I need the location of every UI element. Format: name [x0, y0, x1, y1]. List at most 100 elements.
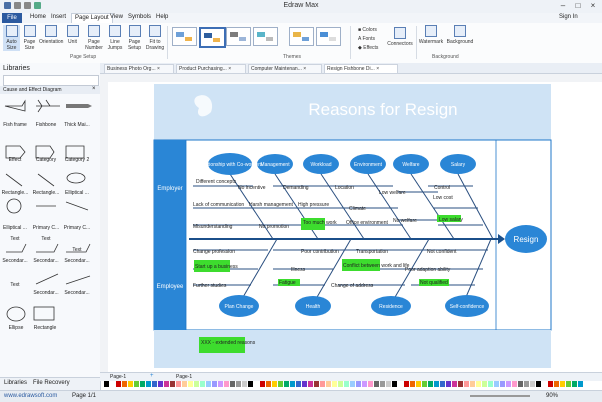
palette-swatch[interactable] — [524, 381, 529, 387]
color-palette[interactable] — [100, 380, 602, 388]
palette-swatch[interactable] — [344, 381, 349, 387]
colors-dropdown[interactable]: ■ Colors — [358, 27, 377, 33]
palette-swatch[interactable] — [278, 381, 283, 387]
palette-swatch[interactable] — [362, 381, 367, 387]
connectors-button[interactable]: Connectors — [386, 25, 414, 47]
palette-swatch[interactable] — [188, 381, 193, 387]
shape-secondary-4[interactable] — [35, 273, 59, 285]
shape-secondary-2[interactable] — [36, 243, 59, 253]
palette-swatch[interactable] — [140, 381, 145, 387]
palette-swatch[interactable] — [200, 381, 205, 387]
menu-help[interactable]: Help — [156, 14, 168, 20]
effects-dropdown[interactable]: ◆ Effects — [358, 45, 378, 51]
palette-swatch[interactable] — [302, 381, 307, 387]
shape-fishbone[interactable] — [36, 99, 60, 113]
menu-view[interactable]: View — [110, 14, 123, 20]
fit-to-drawing-button[interactable]: Fit to Drawing — [145, 25, 165, 51]
palette-swatch[interactable] — [380, 381, 385, 387]
palette-swatch[interactable] — [458, 381, 463, 387]
palette-swatch[interactable] — [296, 381, 301, 387]
palette-swatch[interactable] — [260, 381, 265, 387]
palette-swatch[interactable] — [482, 381, 487, 387]
palette-swatch[interactable] — [356, 381, 361, 387]
palette-swatch[interactable] — [536, 381, 541, 387]
palette-swatch[interactable] — [446, 381, 451, 387]
palette-swatch[interactable] — [170, 381, 175, 387]
shape-primary-c-2[interactable] — [65, 201, 89, 211]
page-number-button[interactable]: Page Number — [84, 25, 104, 51]
palette-swatch[interactable] — [224, 381, 229, 387]
palette-swatch[interactable] — [152, 381, 157, 387]
doc-tab-business-photo[interactable]: Business Photo Org... × — [104, 64, 174, 74]
maximize-icon[interactable]: □ — [571, 1, 585, 11]
palette-swatch[interactable] — [194, 381, 199, 387]
palette-swatch[interactable] — [560, 381, 565, 387]
palette-swatch[interactable] — [332, 381, 337, 387]
tab-libraries[interactable]: Libraries — [4, 380, 27, 386]
palette-swatch[interactable] — [440, 381, 445, 387]
palette-swatch[interactable] — [248, 381, 253, 387]
palette-swatch[interactable] — [176, 381, 181, 387]
palette-swatch[interactable] — [470, 381, 475, 387]
palette-swatch[interactable] — [410, 381, 415, 387]
palette-swatch[interactable] — [464, 381, 469, 387]
palette-swatch[interactable] — [308, 381, 313, 387]
theme-6[interactable] — [316, 27, 341, 46]
tab-file-recovery[interactable]: File Recovery — [33, 380, 70, 386]
palette-swatch[interactable] — [206, 381, 211, 387]
palette-swatch[interactable] — [434, 381, 439, 387]
palette-swatch[interactable] — [134, 381, 139, 387]
palette-swatch[interactable] — [236, 381, 241, 387]
library-category-header[interactable]: Cause and Effect Diagram × — [0, 86, 100, 94]
palette-swatch[interactable] — [386, 381, 391, 387]
sign-in-link[interactable]: Sign In — [559, 14, 578, 20]
add-page-icon[interactable]: + — [150, 373, 154, 379]
palette-swatch[interactable] — [128, 381, 133, 387]
palette-swatch[interactable] — [530, 381, 535, 387]
doc-tab-computer-maintenance[interactable]: Computer Maintenan... × — [248, 64, 322, 74]
palette-swatch[interactable] — [578, 381, 583, 387]
shape-thick-main[interactable] — [66, 104, 92, 108]
palette-swatch[interactable] — [326, 381, 331, 387]
palette-swatch[interactable] — [290, 381, 295, 387]
palette-swatch[interactable] — [476, 381, 481, 387]
palette-swatch[interactable] — [314, 381, 319, 387]
palette-swatch[interactable] — [428, 381, 433, 387]
theme-5[interactable] — [289, 27, 314, 46]
palette-swatch[interactable] — [266, 381, 271, 387]
palette-swatch[interactable] — [542, 381, 547, 387]
palette-swatch[interactable] — [110, 381, 115, 387]
page-setup-button[interactable]: Page Setup — [125, 25, 144, 51]
palette-swatch[interactable] — [320, 381, 325, 387]
palette-swatch[interactable] — [158, 381, 163, 387]
library-search-input[interactable] — [3, 75, 99, 86]
menu-home[interactable]: Home — [30, 14, 46, 20]
palette-swatch[interactable] — [392, 381, 397, 387]
menu-symbols[interactable]: Symbols — [128, 14, 151, 20]
fonts-dropdown[interactable]: A Fonts — [358, 36, 375, 42]
file-menu[interactable]: File — [2, 13, 22, 23]
close-icon[interactable]: × — [586, 1, 600, 11]
line-jumps-button[interactable]: Line Jumps — [105, 25, 125, 51]
palette-swatch[interactable] — [506, 381, 511, 387]
website-link[interactable]: www.edrawsoft.com — [4, 393, 57, 399]
page-size-button[interactable]: Page Size — [21, 25, 38, 51]
palette-swatch[interactable] — [452, 381, 457, 387]
palette-swatch[interactable] — [488, 381, 493, 387]
shape-rectangle-2[interactable] — [37, 173, 55, 187]
palette-swatch[interactable] — [272, 381, 277, 387]
palette-swatch[interactable] — [218, 381, 223, 387]
unit-button[interactable]: Unit — [64, 25, 81, 45]
shape-rectangle-1[interactable] — [5, 173, 23, 187]
shape-elliptical-1[interactable] — [66, 172, 86, 184]
palette-swatch[interactable] — [368, 381, 373, 387]
palette-swatch[interactable] — [500, 381, 505, 387]
theme-3[interactable] — [226, 27, 251, 46]
shape-ellipse[interactable] — [6, 306, 26, 322]
shape-elliptical-2[interactable] — [6, 198, 22, 214]
palette-swatch[interactable] — [254, 381, 259, 387]
palette-swatch[interactable] — [548, 381, 553, 387]
palette-swatch[interactable] — [404, 381, 409, 387]
palette-swatch[interactable] — [212, 381, 217, 387]
fishbone-diagram[interactable]: Reasons for Resign Employer Employee Res… — [153, 82, 552, 370]
